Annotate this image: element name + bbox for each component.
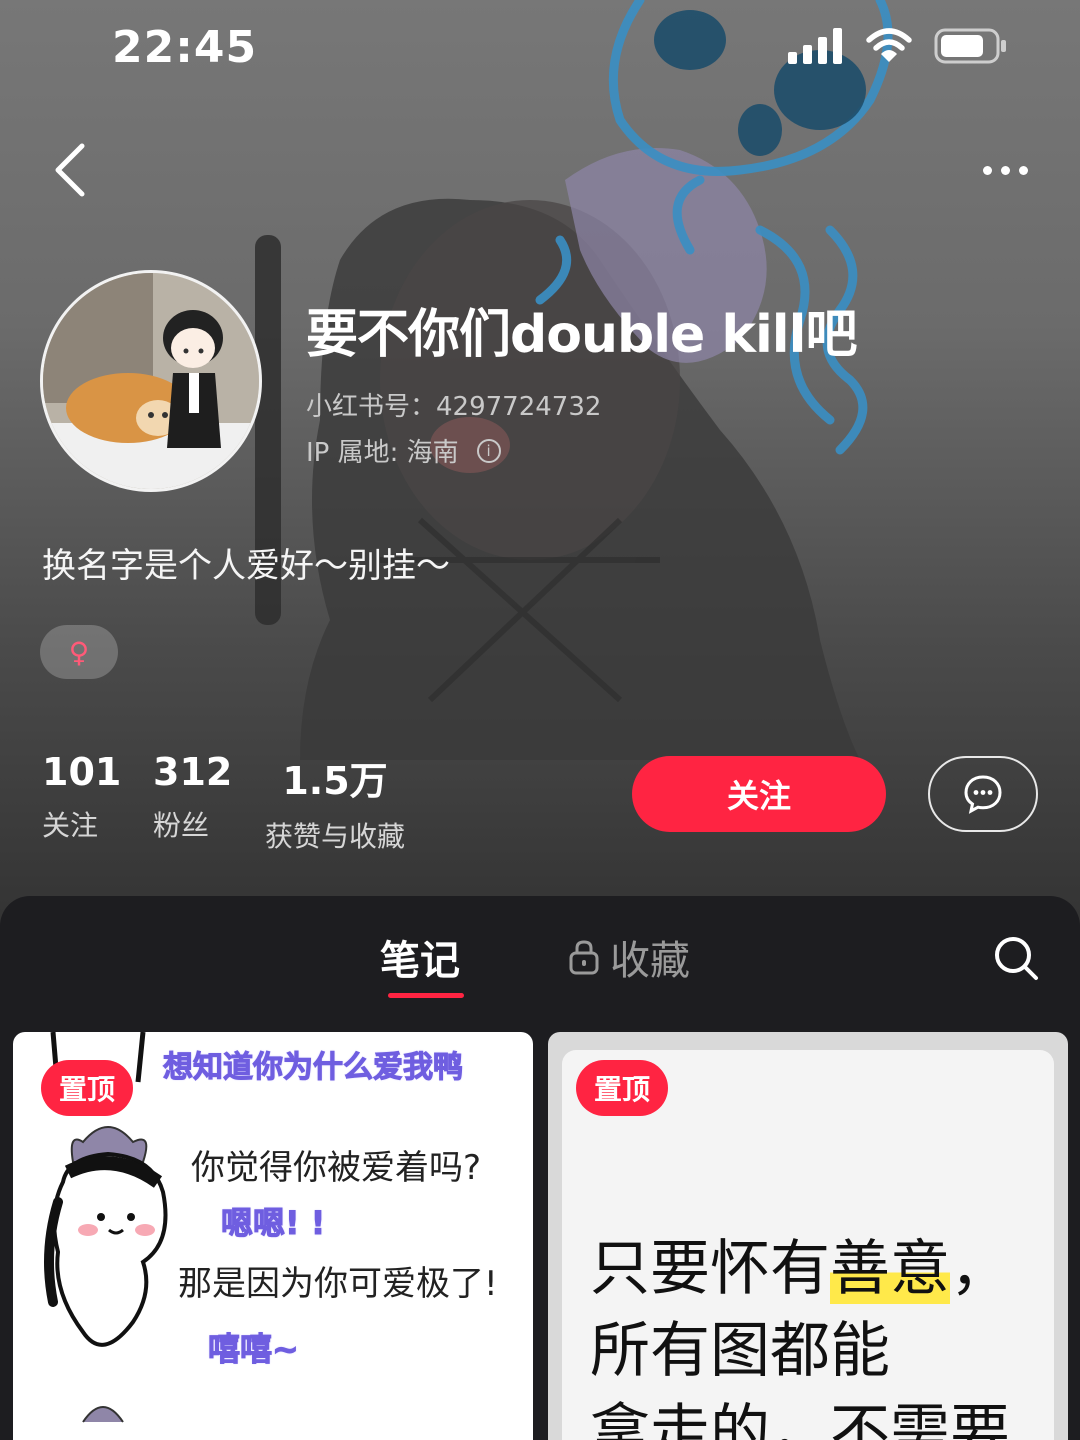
active-tab-indicator xyxy=(388,993,464,998)
pinned-badge: 置顶 xyxy=(41,1060,134,1116)
xiaohongshu-id[interactable]: 小红书号：4297724732 xyxy=(306,386,601,423)
note-cover-highlight: 善意 xyxy=(830,1234,950,1304)
stat-following[interactable]: 101 关注 xyxy=(42,750,121,844)
stat-likes-value: 1.5万 xyxy=(282,759,388,803)
stat-followers-label: 粉丝 xyxy=(153,809,210,842)
female-icon: ♀ xyxy=(68,635,90,669)
status-icons xyxy=(788,28,1008,64)
tab-collections-label: 收藏 xyxy=(610,938,690,984)
profile-bio: 换名字是个人爱好～别挂～ xyxy=(42,546,450,586)
ip-location: IP 属地: 海南 i xyxy=(306,432,501,469)
wifi-icon xyxy=(866,28,912,62)
chat-bubble-icon xyxy=(964,775,1002,814)
search-icon xyxy=(995,937,1038,980)
cellular-signal-icon xyxy=(788,28,842,64)
note-cover-text-line: 拿走的，不需要 xyxy=(590,1398,1010,1440)
note-dialog-line: 嘻嘻~ xyxy=(208,1330,300,1369)
more-dot-icon xyxy=(982,165,992,175)
note-dialog-line: 那是因为你可爱极了! xyxy=(178,1264,498,1304)
info-icon[interactable]: i xyxy=(476,438,501,463)
battery-icon xyxy=(934,28,1006,64)
note-cover-text-line: 所有图都能 xyxy=(590,1316,890,1386)
avatar[interactable] xyxy=(40,270,262,492)
stat-following-label: 关注 xyxy=(42,809,99,842)
ip-location-text: IP 属地: 海南 xyxy=(306,438,459,468)
gender-tag: ♀ xyxy=(40,625,118,679)
profile-nickname: 要不你们double kill吧 xyxy=(306,305,857,365)
note-card[interactable]: 置顶 只要怀有善意， 所有图都能 拿走的，不需要 xyxy=(548,1032,1068,1440)
note-cover-text-line: 只要怀有善意， xyxy=(590,1220,1010,1307)
chevron-left-icon xyxy=(55,143,85,197)
note-dialog-line: 想知道你为什么爱我鸭 xyxy=(163,1050,464,1086)
tab-notes-label: 笔记 xyxy=(380,938,460,984)
more-dot-icon xyxy=(1000,165,1010,175)
stat-followers-value: 312 xyxy=(153,750,233,794)
status-time: 22:45 xyxy=(112,22,258,73)
stat-followers[interactable]: 312 粉丝 xyxy=(153,750,232,844)
stat-likes[interactable]: 1.5万 获赞与收藏 xyxy=(265,750,405,855)
message-button[interactable] xyxy=(928,756,1038,832)
tab-collections[interactable]: 收藏 xyxy=(568,928,690,986)
stat-following-value: 101 xyxy=(42,750,122,794)
follow-button[interactable]: 关注 xyxy=(632,756,886,832)
stat-likes-label: 获赞与收藏 xyxy=(265,820,406,853)
more-dot-icon xyxy=(1018,165,1028,175)
note-dialog-line: 嗯嗯! ! xyxy=(220,1204,326,1243)
back-button[interactable] xyxy=(40,130,100,210)
note-card[interactable]: 置顶 想知道你为什么爱我鸭 你觉得你被爱着吗? 嗯嗯! ! 那是因为你可爱极了!… xyxy=(13,1032,533,1440)
pinned-badge: 置顶 xyxy=(576,1060,669,1116)
lock-icon xyxy=(569,940,599,975)
note-cover-text: 只要怀有 xyxy=(590,1234,830,1304)
avatar-image xyxy=(43,273,259,489)
more-options-button[interactable] xyxy=(970,140,1040,200)
note-cover-text: ， xyxy=(950,1234,1010,1304)
search-button[interactable] xyxy=(992,934,1040,982)
tab-notes[interactable]: 笔记 xyxy=(380,928,460,986)
note-dialog-line: 你觉得你被爱着吗? xyxy=(191,1148,482,1188)
